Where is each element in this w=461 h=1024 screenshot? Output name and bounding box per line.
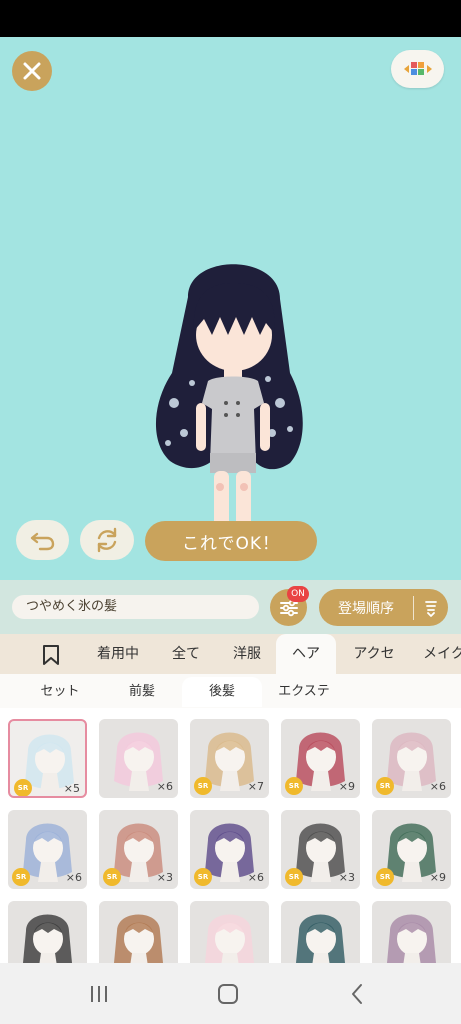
- filter-on-badge: ON: [287, 586, 309, 602]
- undo-button[interactable]: [16, 520, 69, 560]
- subtab-front-hair[interactable]: 前髪: [100, 677, 184, 707]
- hair-sub-tabs: セット 前髪 後髪 エクステ: [0, 674, 461, 708]
- bookmark-tab[interactable]: [30, 642, 72, 668]
- sort-label: 登場順序: [338, 600, 394, 617]
- confirm-ok-button[interactable]: これでOK！: [145, 521, 317, 561]
- layout-toggle-button[interactable]: [391, 50, 444, 88]
- item-grid: SR ×5 ×6 SR ×7 SR ×9 SR ×6 SR ×6 SR ×3 SR ×6 SR ×3 SR ×9: [0, 708, 461, 963]
- tab-all[interactable]: 全て: [158, 634, 214, 674]
- tab-clothes[interactable]: 洋服: [220, 634, 274, 674]
- recent-apps-button[interactable]: [84, 981, 114, 1007]
- back-icon: [352, 984, 362, 1004]
- hair-item-card[interactable]: SR ×6: [190, 810, 269, 889]
- rarity-badge: SR: [376, 777, 394, 795]
- item-quantity: ×3: [156, 871, 173, 884]
- rarity-badge: SR: [194, 868, 212, 886]
- rotate-icon: [97, 527, 117, 553]
- rarity-badge: SR: [103, 868, 121, 886]
- app-screen: これでOK！ つやめく氷の髪 ON 登場順序 着用中 全て 洋服 ヘア アクセ …: [0, 0, 461, 1024]
- rarity-badge: SR: [376, 868, 394, 886]
- sort-button[interactable]: 登場順序: [319, 589, 448, 626]
- hair-item-card[interactable]: SR ×9: [281, 719, 360, 798]
- hair-item-card[interactable]: [372, 901, 451, 963]
- hair-item-card[interactable]: [281, 901, 360, 963]
- close-icon: [23, 62, 41, 80]
- hair-item-card[interactable]: [99, 901, 178, 963]
- item-quantity: ×9: [338, 780, 355, 793]
- subtab-extensions[interactable]: エクステ: [262, 677, 346, 707]
- hair-preview-image: [23, 914, 72, 963]
- subtab-back-hair[interactable]: 後髪: [182, 677, 262, 707]
- hair-item-card[interactable]: SR ×9: [372, 810, 451, 889]
- rarity-badge: SR: [12, 868, 30, 886]
- color-blocks-icon: [403, 62, 432, 75]
- hair-item-card[interactable]: ×6: [99, 719, 178, 798]
- sort-order-button[interactable]: [414, 589, 448, 626]
- system-nav-bar: [0, 963, 461, 1024]
- hair-preview-image: [387, 914, 436, 963]
- hair-preview-image: [296, 914, 345, 963]
- hair-item-card[interactable]: [8, 901, 87, 963]
- selected-item-name: つやめく氷の髪: [12, 595, 259, 619]
- sort-descending-icon: [425, 600, 437, 617]
- recent-apps-icon: [91, 986, 107, 1002]
- subtab-set[interactable]: セット: [16, 677, 104, 707]
- hair-item-card[interactable]: SR ×3: [99, 810, 178, 889]
- hair-item-card[interactable]: SR ×5: [8, 719, 87, 798]
- hair-item-card[interactable]: SR ×6: [8, 810, 87, 889]
- item-quantity: ×6: [429, 780, 446, 793]
- item-quantity: ×9: [429, 871, 446, 884]
- undo-arrow-icon: [30, 532, 54, 551]
- hair-item-card[interactable]: SR ×3: [281, 810, 360, 889]
- tab-hair[interactable]: ヘア: [276, 634, 336, 674]
- hair-item-card[interactable]: SR ×7: [190, 719, 269, 798]
- item-quantity: ×6: [156, 780, 173, 793]
- rarity-badge: SR: [14, 779, 32, 796]
- rarity-badge: SR: [194, 777, 212, 795]
- status-bar: [0, 0, 461, 37]
- tab-wearing[interactable]: 着用中: [84, 634, 152, 674]
- hair-item-card[interactable]: [190, 901, 269, 963]
- avatar-figure: [155, 264, 303, 550]
- hair-item-card[interactable]: SR ×6: [372, 719, 451, 798]
- bookmark-icon: [43, 645, 59, 665]
- tab-accessories[interactable]: アクセ: [340, 634, 408, 674]
- item-quantity: ×6: [247, 871, 264, 884]
- item-quantity: ×3: [338, 871, 355, 884]
- back-button[interactable]: [342, 981, 372, 1007]
- home-button[interactable]: [213, 981, 243, 1007]
- hair-preview-image: [114, 914, 163, 963]
- tab-makeup[interactable]: メイク: [414, 634, 461, 674]
- item-quantity: ×6: [65, 871, 82, 884]
- item-control-bar: つやめく氷の髪 ON 登場順序: [0, 580, 461, 634]
- item-quantity: ×7: [247, 780, 264, 793]
- rarity-badge: SR: [285, 777, 303, 795]
- close-button[interactable]: [12, 51, 52, 91]
- home-icon: [218, 984, 238, 1004]
- hair-preview-image: [205, 914, 254, 963]
- avatar-stage: これでOK！: [0, 37, 461, 580]
- rarity-badge: SR: [285, 868, 303, 886]
- rotate-button[interactable]: [80, 520, 134, 560]
- category-tabs: 着用中 全て 洋服 ヘア アクセ メイク: [0, 634, 461, 674]
- item-quantity: ×5: [63, 782, 80, 795]
